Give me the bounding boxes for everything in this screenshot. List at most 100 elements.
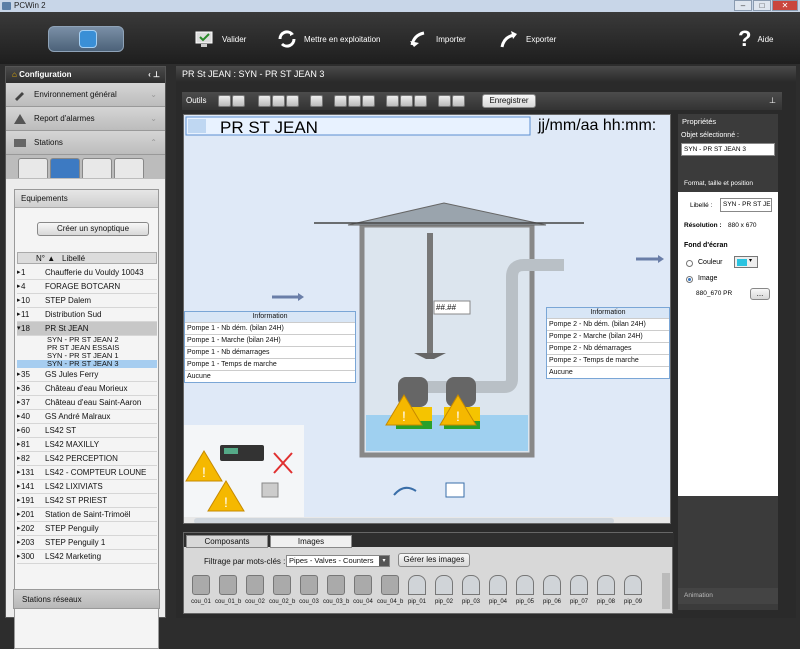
export-button[interactable]: Exporter (498, 26, 556, 52)
equipment-row[interactable]: ▸ 10 STEP Dalem (17, 294, 157, 308)
calendar-icon[interactable] (445, 482, 465, 498)
network-stations-section[interactable]: Stations réseaux (13, 589, 160, 609)
synoptic-canvas[interactable]: ! ! ! ! PR ST JEAN jj/mm/aa hh:mm: ##.## (183, 114, 671, 524)
expand-arrow-icon[interactable]: ▸ (17, 396, 21, 409)
info-row[interactable]: Pompe 1 - Nb démarrages (185, 346, 355, 358)
image-thumbnail[interactable]: pip_09 (620, 573, 646, 613)
tool-button-align-left[interactable] (334, 95, 347, 107)
tab-list[interactable] (82, 158, 112, 178)
curve-icon[interactable] (393, 486, 417, 496)
info-row[interactable]: Pompe 2 - Temps de marche (547, 354, 669, 366)
image-thumbnail[interactable]: cou_01 (188, 573, 214, 613)
equipment-row[interactable]: ▸ 82 LS42 PERCEPTION (17, 452, 157, 466)
expand-arrow-icon[interactable]: ▸ (17, 382, 21, 395)
image-thumbnail[interactable]: pip_08 (593, 573, 619, 613)
tab-components[interactable]: Composants (186, 535, 268, 548)
deploy-button[interactable]: Mettre en exploitation (276, 26, 381, 52)
image-thumbnail[interactable]: pip_07 (566, 573, 592, 613)
equipment-row[interactable]: ▸ 11 Distribution Sud (17, 308, 157, 322)
equipment-row[interactable]: ▸ 81 LS42 MAXILLY (17, 438, 157, 452)
create-synoptic-button[interactable]: Créer un synoptique (37, 222, 149, 236)
equipment-row[interactable]: ▸ 36 Château d'eau Morieux (17, 382, 157, 396)
equipment-row[interactable]: ▸ 203 STEP Penguily 1 (17, 536, 157, 550)
info-row[interactable]: Pompe 2 - Nb démarrages (547, 342, 669, 354)
expand-arrow-icon[interactable]: ▸ (17, 368, 21, 381)
tool-button-back[interactable] (452, 95, 465, 107)
tool-button-undo[interactable] (218, 95, 231, 107)
expand-arrow-icon[interactable]: ▸ (17, 536, 21, 549)
help-button[interactable]: ? Aide (738, 26, 773, 52)
expand-arrow-icon[interactable]: ▸ (17, 280, 21, 293)
image-thumbnail[interactable]: cou_04_b (377, 573, 403, 613)
expand-arrow-icon[interactable]: ▸ (17, 508, 21, 521)
expand-arrow-icon[interactable]: ▸ (17, 452, 21, 465)
equipment-row[interactable]: ▸ 35 GS Jules Ferry (17, 368, 157, 382)
image-thumbnail[interactable]: pip_02 (431, 573, 457, 613)
info-row[interactable]: Pompe 1 - Temps de marche (185, 358, 355, 370)
filter-select[interactable]: Pipes - Valves - Counters ▾ (286, 555, 390, 567)
import-button[interactable]: Importer (408, 26, 466, 52)
equipment-row[interactable]: ▸ 131 LS42 - COMPTEUR LOUNE (17, 466, 157, 480)
panel-pin-icon[interactable]: ‹ ⊥ (148, 67, 160, 83)
expand-arrow-icon[interactable]: ▸ (17, 424, 21, 437)
expand-arrow-icon[interactable]: ▸ (17, 308, 21, 321)
info-row[interactable]: Pompe 2 - Nb dém. (bilan 24H) (547, 318, 669, 330)
close-button[interactable]: ✕ (772, 0, 798, 11)
tab-equipments[interactable] (50, 158, 80, 178)
equipment-row[interactable]: ▸ 4 FORAGE BOTCARN (17, 280, 157, 294)
equipment-row[interactable]: ▸ 191 LS42 ST PRIEST (17, 494, 157, 508)
image-radio[interactable] (686, 276, 693, 283)
expand-arrow-icon[interactable]: ▸ (17, 410, 21, 423)
maximize-button[interactable]: □ (753, 0, 771, 11)
image-thumbnail[interactable]: cou_02 (242, 573, 268, 613)
tool-button-cut[interactable] (272, 95, 285, 107)
equipment-row[interactable]: ▸ 37 Château d'eau Saint-Aaron (17, 396, 157, 410)
tool-button-front[interactable] (438, 95, 451, 107)
tool-button-align-bottom[interactable] (414, 95, 427, 107)
tool-button-align-middle[interactable] (400, 95, 413, 107)
tool-button-redo[interactable] (232, 95, 245, 107)
color-radio[interactable] (686, 260, 693, 267)
equipment-row[interactable]: ▸ 202 STEP Penguily (17, 522, 157, 536)
equipment-row-selected[interactable]: ▾ 18 PR St JEAN (17, 322, 157, 336)
validate-button[interactable]: Valider (194, 26, 246, 52)
tab-settings[interactable] (18, 158, 48, 178)
animation-section[interactable]: Animation (678, 588, 778, 604)
equipment-row[interactable]: ▸ 40 GS André Malraux (17, 410, 157, 424)
color-picker[interactable]: ▾ (734, 256, 758, 268)
image-thumbnail[interactable]: pip_05 (512, 573, 538, 613)
image-thumbnail[interactable]: pip_01 (404, 573, 430, 613)
tool-button-paste[interactable] (286, 95, 299, 107)
image-thumbnail[interactable]: pip_03 (458, 573, 484, 613)
synoptic-item[interactable]: SYN - PR ST JEAN 3 (17, 360, 157, 368)
image-thumbnail[interactable]: cou_04 (350, 573, 376, 613)
manage-images-button[interactable]: Gérer les images (398, 553, 470, 567)
image-thumbnail[interactable]: cou_03_b (323, 573, 349, 613)
equipment-row[interactable]: ▸ 141 LS42 LIXIVIATS (17, 480, 157, 494)
image-thumbnail[interactable]: cou_02_b (269, 573, 295, 613)
collapse-arrow-icon[interactable]: ▾ (17, 322, 21, 335)
image-thumbnail[interactable]: cou_01_b (215, 573, 241, 613)
libelle-input[interactable]: SYN - PR ST JE (720, 198, 772, 212)
pin-icon[interactable]: ⊥ (769, 92, 776, 110)
expand-arrow-icon[interactable]: ▸ (17, 522, 21, 535)
expand-arrow-icon[interactable]: ▸ (17, 294, 21, 307)
info-row[interactable]: Aucune (185, 370, 355, 382)
info-table-pump2[interactable]: Information Pompe 2 - Nb dém. (bilan 24H… (546, 307, 670, 379)
info-row[interactable]: Pompe 1 - Nb dém. (bilan 24H) (185, 322, 355, 334)
selected-object-select[interactable]: SYN - PR ST JEAN 3 (681, 143, 775, 156)
info-row[interactable]: Aucune (547, 366, 669, 378)
tool-button-copy[interactable] (258, 95, 271, 107)
image-thumbnail[interactable]: pip_04 (485, 573, 511, 613)
equipment-row[interactable]: ▸ 1 Chaufferie du Vouldy 10043 (17, 266, 157, 280)
expand-arrow-icon[interactable]: ▸ (17, 438, 21, 451)
info-table-pump1[interactable]: Information Pompe 1 - Nb dém. (bilan 24H… (184, 311, 356, 383)
section-stations[interactable]: Stations ⌃ (6, 131, 165, 155)
expand-arrow-icon[interactable]: ▸ (17, 494, 21, 507)
column-label[interactable]: Libellé (62, 253, 85, 264)
tab-curves[interactable] (114, 158, 144, 178)
image-thumbnail[interactable]: cou_03 (296, 573, 322, 613)
section-general-env[interactable]: Environnement général ⌄ (6, 83, 165, 107)
tool-button-align-right[interactable] (362, 95, 375, 107)
image-list-scrollbar[interactable] (662, 573, 670, 609)
